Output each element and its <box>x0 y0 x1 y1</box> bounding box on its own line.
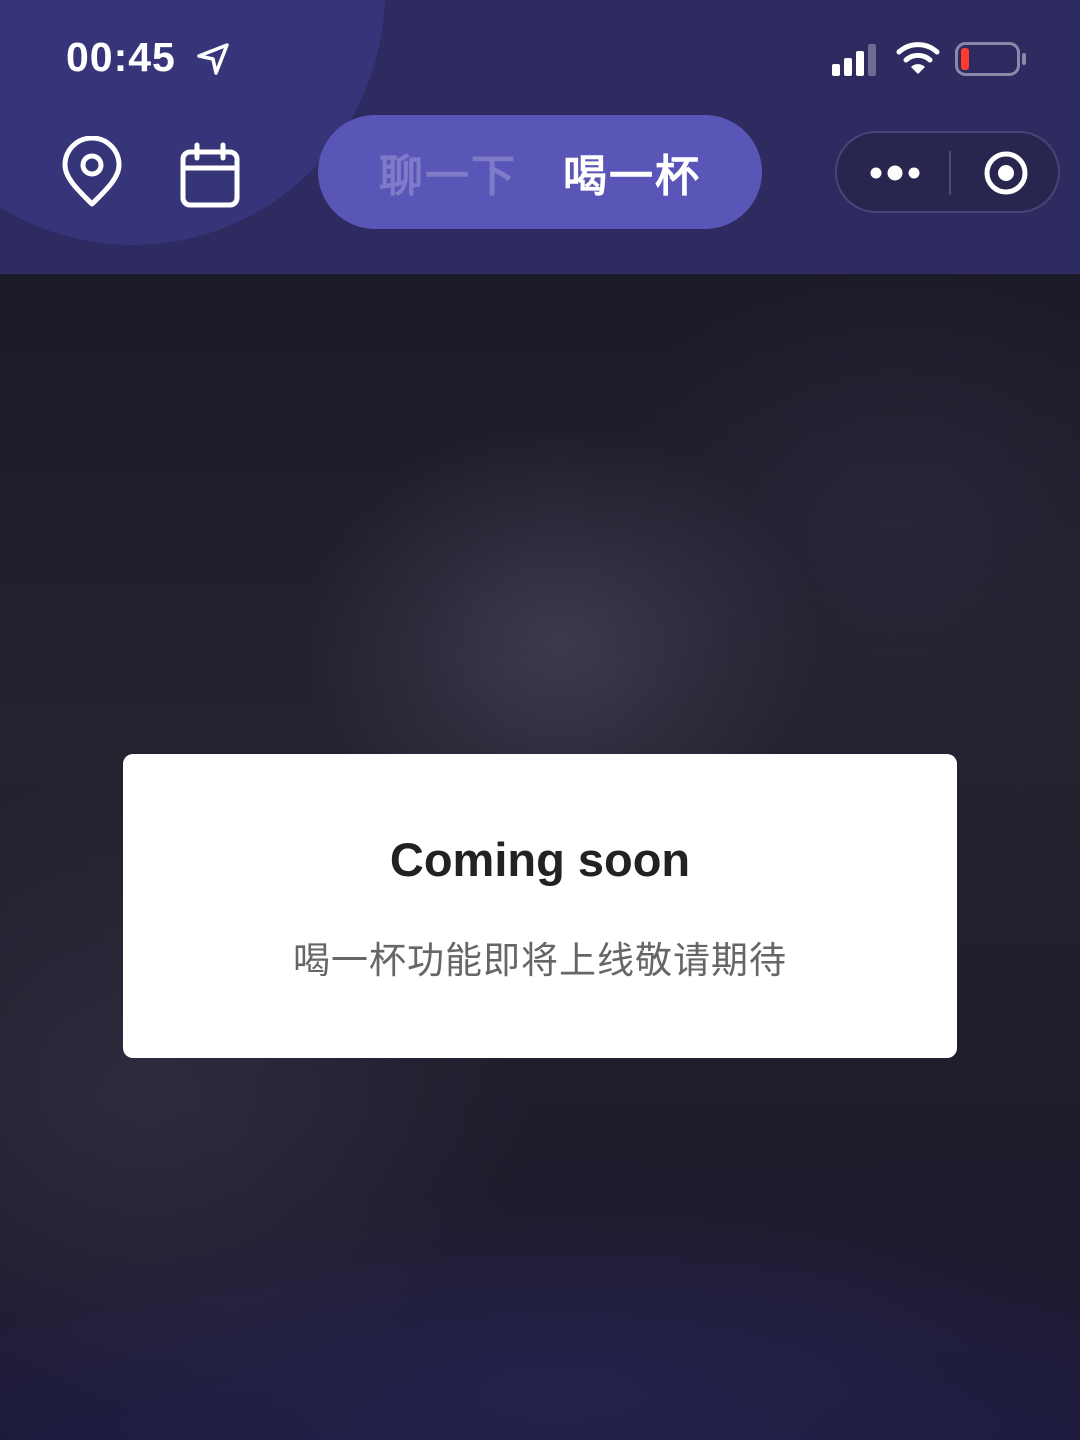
tab-drink[interactable]: 喝一杯 <box>563 140 701 204</box>
battery-low-icon <box>955 42 1026 76</box>
target-icon[interactable] <box>982 149 1030 197</box>
coming-soon-dialog: Coming soon 喝一杯功能即将上线敬请期待 <box>123 754 957 1058</box>
more-dots-icon[interactable] <box>867 157 923 189</box>
calendar-icon[interactable] <box>178 140 242 212</box>
capsule-divider <box>949 151 951 195</box>
screen: 00:45 聊一下 喝一杯 Coming soon 喝一杯功能即将上线敬请期待 <box>0 0 1080 1440</box>
map-pin-icon[interactable] <box>60 136 124 208</box>
wifi-icon <box>896 42 940 74</box>
signal-icon <box>832 44 876 76</box>
mini-program-capsule <box>835 131 1060 213</box>
tab-switcher: 聊一下 喝一杯 <box>318 115 762 229</box>
dialog-message: 喝一杯功能即将上线敬请期待 <box>293 939 787 982</box>
header: 00:45 聊一下 喝一杯 <box>0 0 1080 274</box>
dialog-title: Coming soon <box>389 833 691 886</box>
tab-chat[interactable]: 聊一下 <box>379 140 517 204</box>
location-arrow-icon <box>197 43 229 75</box>
status-time: 00:45 <box>66 34 176 80</box>
